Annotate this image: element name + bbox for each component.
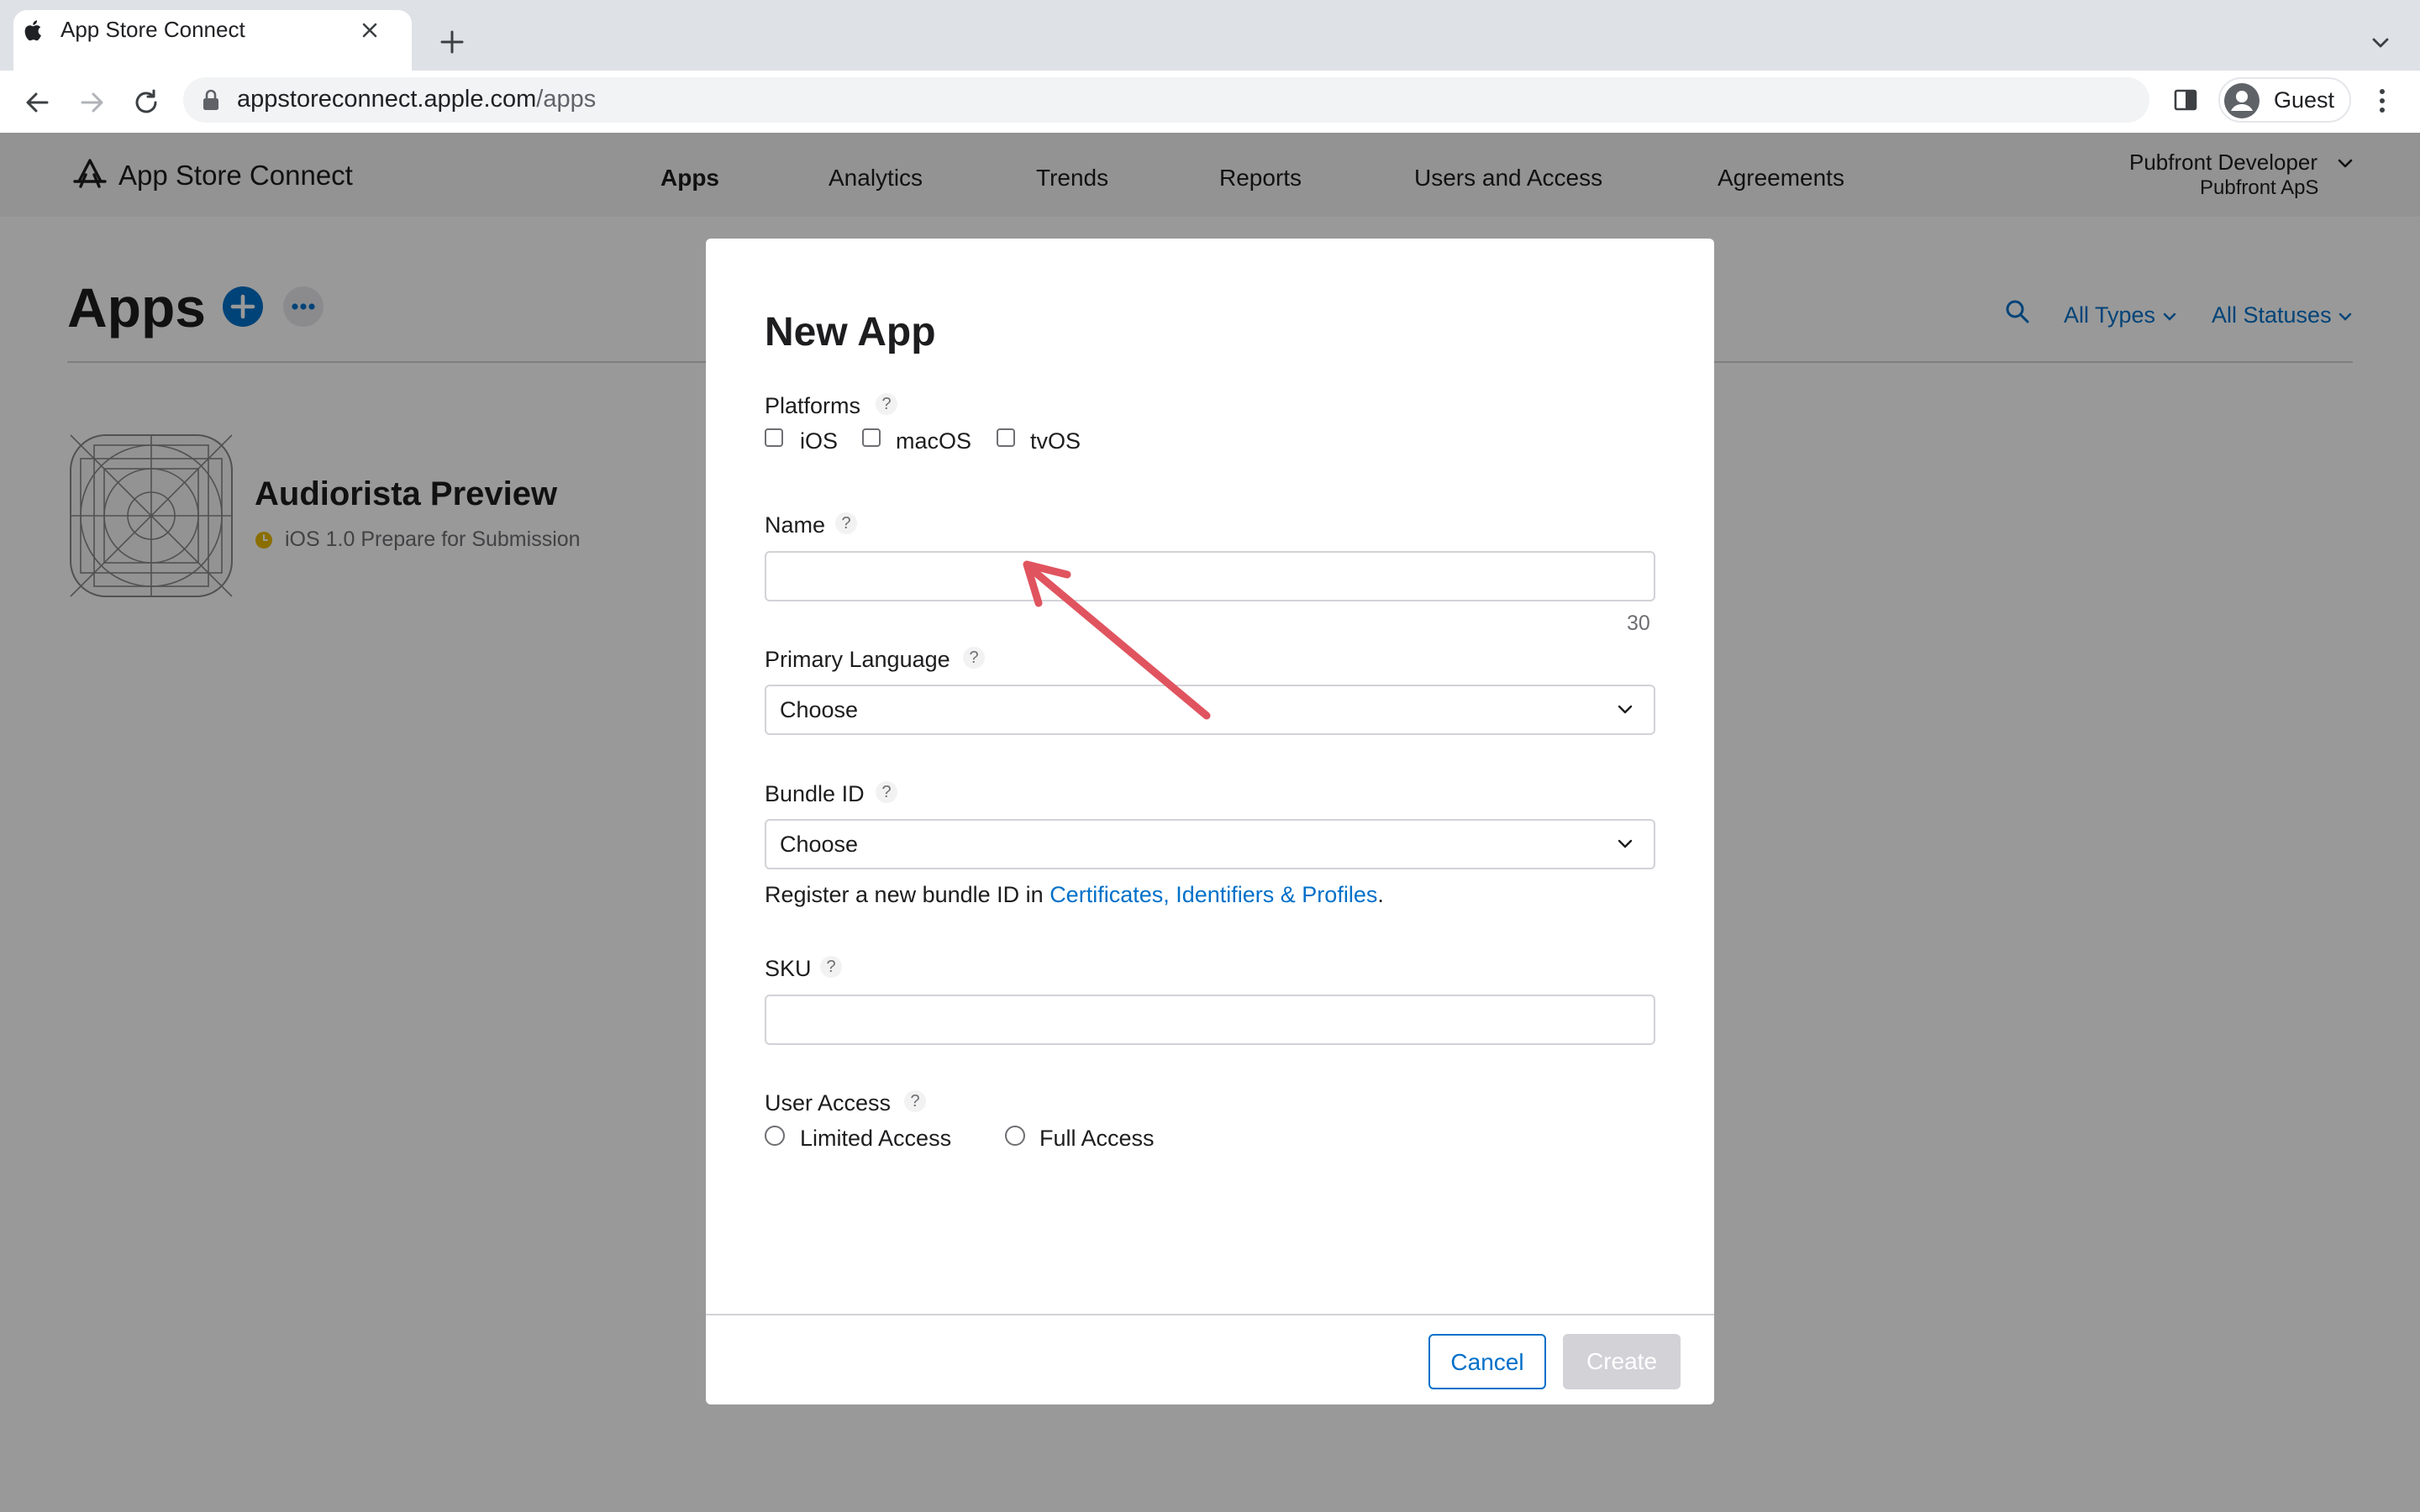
bundle-id-hint-suffix: . [1377, 882, 1384, 907]
checkbox-macos[interactable] [862, 428, 881, 447]
radio-full-access[interactable] [1005, 1126, 1025, 1146]
checkbox-ios-label[interactable]: iOS [800, 428, 838, 454]
chevron-down-icon [1615, 834, 1635, 854]
reload-icon[interactable] [129, 86, 163, 119]
name-help-icon[interactable]: ? [835, 512, 857, 534]
bundle-id-hint-prefix: Register a new bundle ID in [765, 882, 1050, 907]
chevron-down-icon [1615, 700, 1635, 720]
bundle-id-label: Bundle ID [765, 781, 865, 806]
annotation-arrow-icon [1008, 554, 1227, 731]
radio-limited-access[interactable] [765, 1126, 785, 1146]
profile-label: Guest [2274, 87, 2335, 113]
cancel-button[interactable]: Cancel [1428, 1334, 1546, 1389]
checkbox-tvos-label[interactable]: tvOS [1030, 428, 1081, 454]
radio-limited-access-label[interactable]: Limited Access [800, 1126, 951, 1152]
primary-language-help-icon[interactable]: ? [963, 647, 985, 669]
bundle-id-value: Choose [780, 832, 859, 857]
url-text[interactable]: appstoreconnect.apple.com/apps [237, 86, 596, 113]
apple-favicon-icon [22, 18, 42, 42]
url-path: /apps [536, 86, 597, 113]
user-access-label: User Access [765, 1090, 892, 1116]
forward-arrow-icon[interactable] [76, 86, 109, 119]
sku-input[interactable] [765, 995, 1655, 1045]
modal-footer-divider [706, 1314, 1714, 1315]
back-arrow-icon[interactable] [20, 86, 54, 119]
lock-icon[interactable] [202, 89, 220, 111]
checkbox-tvos[interactable] [997, 428, 1015, 447]
bundle-id-help-icon[interactable]: ? [876, 781, 897, 803]
modal-title: New App [765, 310, 936, 354]
new-tab-plus-icon[interactable] [437, 27, 467, 57]
close-tab-icon[interactable] [358, 18, 381, 42]
tab-title: App Store Connect [60, 17, 245, 42]
guest-avatar-icon [2223, 82, 2260, 119]
url-host: appstoreconnect.apple.com [237, 86, 537, 113]
sku-help-icon[interactable]: ? [820, 956, 842, 978]
primary-language-value: Choose [780, 697, 859, 722]
platforms-help-icon[interactable]: ? [876, 393, 897, 415]
name-char-counter: 30 [1627, 612, 1650, 635]
sku-label: SKU [765, 956, 812, 981]
radio-full-access-label[interactable]: Full Access [1039, 1126, 1155, 1152]
name-label: Name [765, 512, 826, 538]
platforms-label: Platforms [765, 393, 861, 418]
bundle-id-select[interactable] [765, 819, 1655, 869]
primary-language-label: Primary Language [765, 647, 950, 672]
certificates-link[interactable]: Certificates, Identifiers & Profiles [1050, 882, 1377, 907]
create-button[interactable]: Create [1563, 1334, 1681, 1389]
checkbox-ios[interactable] [765, 428, 783, 447]
user-access-help-icon[interactable]: ? [904, 1090, 926, 1112]
tab-search-chevron-icon[interactable] [2368, 30, 2393, 55]
browser-menu-kebab-icon[interactable] [2370, 86, 2395, 116]
side-panel-icon[interactable] [2173, 87, 2198, 113]
bundle-id-hint: Register a new bundle ID in Certificates… [765, 882, 1384, 908]
checkbox-macos-label[interactable]: macOS [896, 428, 971, 454]
